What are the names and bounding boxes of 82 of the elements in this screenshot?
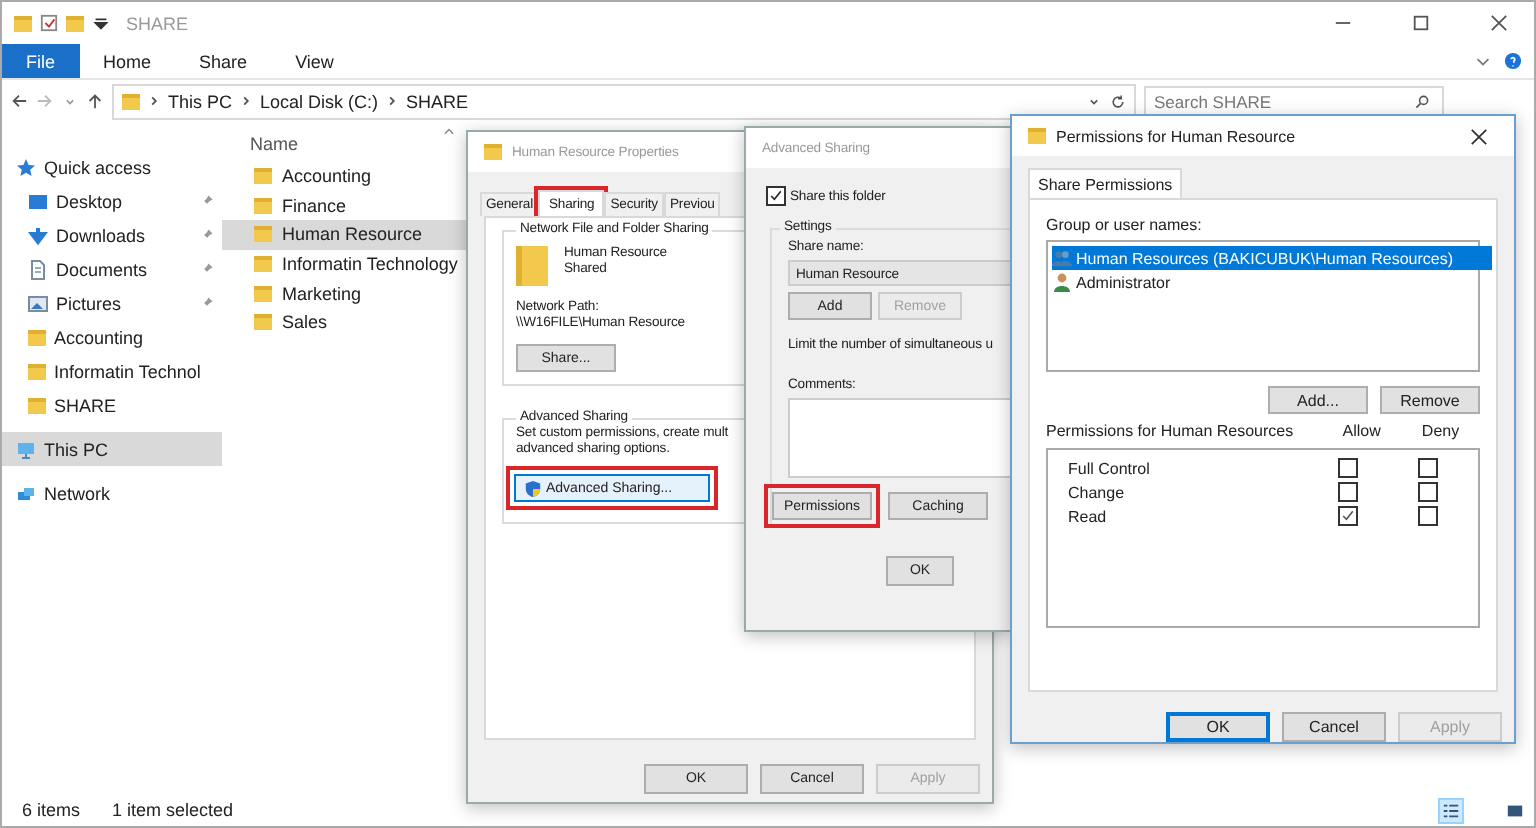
- column-header: Allow: [1340, 422, 1383, 440]
- column-header: Deny: [1419, 422, 1462, 440]
- dialog-title: Permissions for Human Resource: [1056, 127, 1296, 145]
- details-view-icon[interactable]: [1438, 797, 1464, 823]
- document-icon: [28, 259, 48, 279]
- user-icon: [1052, 272, 1072, 292]
- folder-icon: [484, 144, 502, 160]
- permission-name: Change: [1068, 483, 1127, 501]
- pin-icon[interactable]: [200, 262, 214, 276]
- refresh-icon[interactable]: [1110, 93, 1126, 109]
- column-header[interactable]: Name: [250, 134, 299, 162]
- deny-checkbox[interactable]: [1418, 506, 1438, 526]
- download-icon: [28, 225, 48, 245]
- dropdown-icon[interactable]: [92, 14, 110, 32]
- breadcrumb-item[interactable]: This PC: [168, 91, 233, 111]
- folder-icon: [122, 93, 140, 109]
- deny-checkbox[interactable]: [1418, 458, 1438, 478]
- chevron-right-icon[interactable]: [240, 92, 253, 110]
- breadcrumb-item[interactable]: SHARE: [406, 91, 469, 111]
- allow-checkbox[interactable]: [1338, 458, 1358, 478]
- user-group-icon: [1052, 248, 1072, 268]
- user-button[interactable]: Remove: [1380, 386, 1480, 414]
- sidebar-item[interactable]: Informatin Technol: [2, 354, 222, 388]
- folder-icon: [1028, 128, 1046, 144]
- status-text: 6 items: [22, 800, 81, 820]
- deny-checkbox[interactable]: [1418, 482, 1438, 502]
- file-item[interactable]: Sales: [222, 307, 494, 338]
- shield-icon: [524, 479, 542, 497]
- file-item[interactable]: Informatin Technology: [222, 249, 494, 279]
- ribbon-tab[interactable]: Share: [175, 44, 272, 78]
- pin-icon[interactable]: [200, 194, 214, 208]
- ribbon-tab[interactable]: View: [271, 44, 358, 78]
- sidebar-item[interactable]: Accounting: [2, 320, 222, 354]
- pin-icon[interactable]: [200, 228, 214, 242]
- user-item[interactable]: Human Resources (BAKICUBUK\Human Resources): [1052, 246, 1492, 270]
- up-arrow-icon[interactable]: [86, 92, 104, 110]
- sort-caret-icon[interactable]: [442, 126, 457, 136]
- window-title: SHARE: [126, 13, 189, 33]
- maximize-icon[interactable]: [1412, 14, 1430, 32]
- sidebar-item[interactable]: Network: [2, 476, 222, 510]
- ribbon-tab[interactable]: File: [2, 44, 80, 78]
- dialog-button[interactable]: Cancel: [1282, 712, 1386, 742]
- picture-icon: [28, 293, 48, 313]
- status-text: 1 item selected: [112, 800, 234, 820]
- star-icon: [16, 157, 36, 177]
- network-icon: [16, 483, 36, 503]
- checkbox[interactable]: [766, 186, 786, 206]
- sidebar-item[interactable]: Documents: [2, 252, 222, 286]
- chevron-right-icon[interactable]: [148, 92, 160, 110]
- permissions-label: Permissions for Human Resources: [1046, 422, 1296, 440]
- search-icon: [1414, 93, 1430, 109]
- close-icon[interactable]: [1470, 127, 1488, 145]
- breadcrumb-item[interactable]: Local Disk (C:): [260, 91, 379, 111]
- chevron-right-icon[interactable]: [386, 92, 399, 110]
- back-arrow-icon[interactable]: [10, 92, 28, 110]
- allow-checkbox[interactable]: [1338, 482, 1358, 502]
- search-input[interactable]: Search SHARE: [1154, 91, 1414, 111]
- sidebar-item[interactable]: This PC: [2, 432, 222, 466]
- permission-name: Full Control: [1068, 459, 1152, 477]
- sidebar-item[interactable]: Pictures: [2, 286, 222, 320]
- sidebar-item[interactable]: Quick access: [2, 150, 222, 184]
- ribbon-tab[interactable]: Home: [79, 44, 176, 78]
- properties-icon[interactable]: [40, 14, 58, 32]
- comments-field[interactable]: [788, 398, 1012, 478]
- permission-name: Read: [1068, 507, 1109, 525]
- help-icon[interactable]: [1504, 52, 1522, 70]
- file-item[interactable]: Accounting: [222, 162, 494, 192]
- close-icon[interactable]: [1490, 14, 1508, 32]
- sidebar-item[interactable]: SHARE: [2, 388, 222, 422]
- desktop-icon: [28, 191, 48, 211]
- file-item[interactable]: Marketing: [222, 278, 494, 308]
- field-label: Group or user names:: [1046, 216, 1204, 234]
- pin-icon[interactable]: [200, 296, 214, 310]
- folder-icon: [516, 246, 548, 286]
- dialog-button[interactable]: OK: [1166, 712, 1270, 742]
- user-button[interactable]: Add...: [1268, 386, 1368, 414]
- sidebar-item[interactable]: Desktop: [2, 184, 222, 218]
- sidebar-item[interactable]: Downloads: [2, 218, 222, 252]
- user-item[interactable]: Administrator: [1052, 270, 1492, 294]
- tab[interactable]: Share Permissions: [1028, 168, 1183, 198]
- allow-checkbox[interactable]: [1338, 506, 1358, 526]
- computer-icon: [16, 439, 36, 459]
